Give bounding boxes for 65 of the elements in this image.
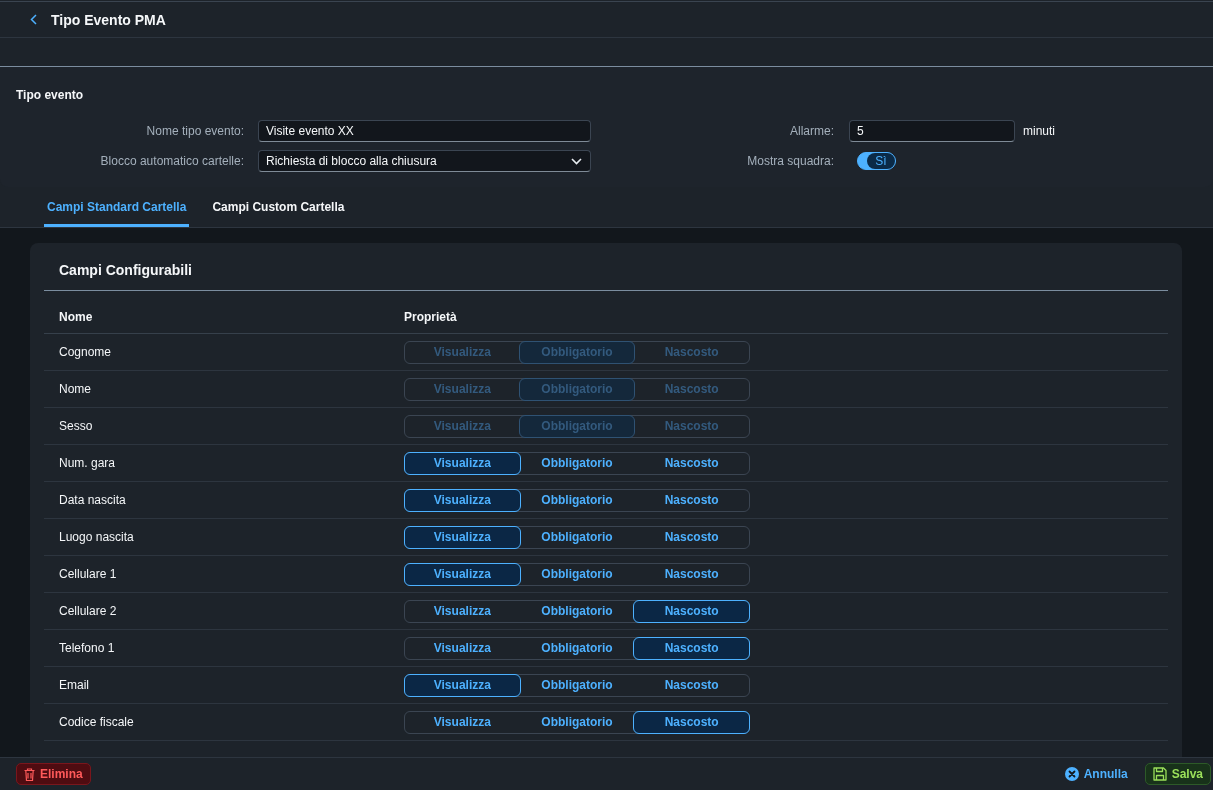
field-name: Cellulare 1 <box>59 567 118 581</box>
segment-option[interactable]: Obbligatorio <box>518 488 636 512</box>
close-icon <box>1064 767 1079 781</box>
column-header: Nome <box>59 309 94 325</box>
field-name: Cognome <box>59 345 113 359</box>
field-name: Num. gara <box>59 456 117 470</box>
field-label: Allarme: <box>789 123 834 140</box>
trash-icon <box>24 767 35 781</box>
section-title: Tipo evento <box>16 87 85 103</box>
save-button[interactable]: Salva <box>1144 763 1211 785</box>
card-title: Campi Configurabili <box>59 262 192 278</box>
field-name: Email <box>59 678 90 692</box>
field-label: Nome tipo evento: <box>145 123 244 140</box>
segment-option[interactable]: Nascosto <box>633 599 750 623</box>
segment-option[interactable]: Nascosto <box>633 673 750 697</box>
segment-option[interactable]: Visualizza <box>404 599 521 623</box>
segment-option[interactable]: Obbligatorio <box>518 562 636 586</box>
toggle-switch[interactable]: Sì <box>857 152 896 170</box>
segment-option[interactable]: Visualizza <box>404 673 521 697</box>
text-field[interactable]: 5 <box>849 120 1015 142</box>
delete-button[interactable]: Elimina <box>16 763 91 785</box>
segment-option[interactable]: Visualizza <box>404 562 521 586</box>
field-name: Telefono 1 <box>59 641 116 655</box>
segmented-control[interactable]: Visualizza Obbligatorio Nascosto <box>404 673 750 697</box>
field-name: Nome <box>59 382 92 396</box>
field-label: Mostra squadra: <box>746 153 834 170</box>
segment-option[interactable]: Visualizza <box>404 488 521 512</box>
segment-option[interactable]: Nascosto <box>633 636 750 660</box>
segment-option[interactable]: Visualizza <box>404 636 521 660</box>
field-name: Data nascita <box>59 493 127 507</box>
segment-option[interactable]: Obbligatorio <box>518 710 636 734</box>
segment-option[interactable]: Obbligatorio <box>518 673 636 697</box>
segment-option[interactable]: Visualizza <box>404 525 521 549</box>
field-name: Luogo nascita <box>59 530 135 544</box>
column-header: Proprietà <box>404 309 458 325</box>
field-label: Blocco automatico cartelle: <box>99 153 244 170</box>
cancel-button[interactable]: Annulla <box>1061 763 1131 785</box>
segment-option[interactable]: Obbligatorio <box>518 636 636 660</box>
segmented-control[interactable]: Visualizza Obbligatorio Nascosto <box>404 525 750 549</box>
segmented-control[interactable]: Visualizza Obbligatorio Nascosto <box>404 451 750 475</box>
tab[interactable]: Campi Custom Cartella <box>209 187 348 227</box>
segmented-control[interactable]: Visualizza Obbligatorio Nascosto <box>404 636 750 660</box>
unit-label: minuti <box>1023 124 1055 138</box>
segmented-control[interactable]: Visualizza Obbligatorio Nascosto <box>404 710 750 734</box>
text-field[interactable]: Visite evento XX <box>258 120 591 142</box>
segment-option[interactable]: Obbligatorio <box>518 451 636 475</box>
field-name: Codice fiscale <box>59 715 135 729</box>
segment-option[interactable]: Visualizza <box>404 710 521 734</box>
segment-option[interactable]: Obbligatorio <box>518 599 636 623</box>
segment-option[interactable]: Nascosto <box>633 525 750 549</box>
field-name: Cellulare 2 <box>59 604 118 618</box>
segment-option[interactable]: Nascosto <box>633 451 750 475</box>
segment-option[interactable]: Nascosto <box>633 562 750 586</box>
chevron-down-icon <box>571 157 582 165</box>
page-title: Tipo Evento PMA <box>51 11 166 28</box>
segment-option[interactable]: Nascosto <box>633 488 750 512</box>
select-field[interactable]: Richiesta di blocco alla chiusura <box>258 150 591 172</box>
segment-option[interactable]: Obbligatorio <box>518 525 636 549</box>
chevron-left-icon <box>29 14 37 25</box>
segmented-control[interactable]: Visualizza Obbligatorio Nascosto <box>404 599 750 623</box>
segmented-control[interactable]: Visualizza Obbligatorio Nascosto <box>404 488 750 512</box>
segment-option[interactable]: Nascosto <box>633 710 750 734</box>
segment-option[interactable]: Visualizza <box>404 451 521 475</box>
field-name: Sesso <box>59 419 94 433</box>
segmented-control[interactable]: Visualizza Obbligatorio Nascosto <box>404 562 750 586</box>
